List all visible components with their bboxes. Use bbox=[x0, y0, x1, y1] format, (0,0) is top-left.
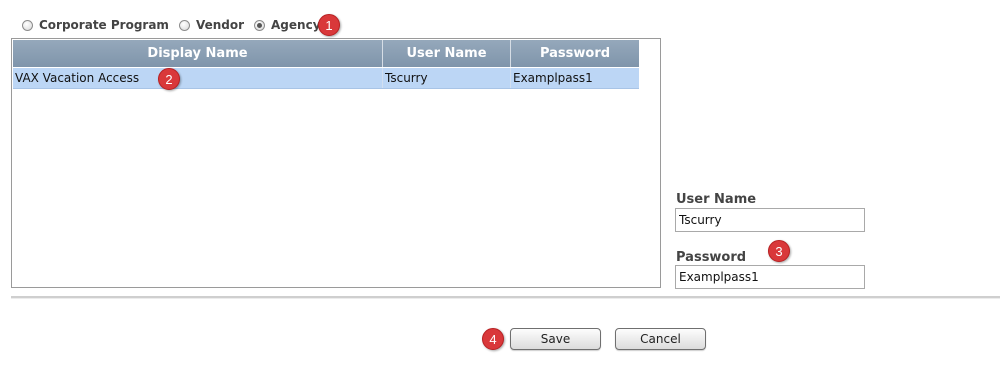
username-field[interactable] bbox=[675, 208, 865, 232]
column-header-password[interactable]: Password bbox=[511, 40, 639, 67]
radio-label-agency: Agency bbox=[271, 18, 321, 32]
radio-label-vendor: Vendor bbox=[195, 18, 245, 32]
step-badge-3: 3 bbox=[768, 240, 790, 262]
step-badge-4: 4 bbox=[482, 328, 504, 350]
grid-header: Display Name User Name Password bbox=[13, 40, 639, 67]
step-badge-1: 1 bbox=[318, 14, 340, 36]
radio-button-corporate[interactable] bbox=[22, 19, 33, 31]
radio-button-vendor[interactable] bbox=[178, 19, 190, 31]
radio-agency[interactable]: Agency bbox=[254, 18, 321, 32]
radio-corporate-program[interactable]: Corporate Program bbox=[22, 18, 169, 32]
password-label: Password bbox=[676, 250, 747, 265]
cell-user-name: Tscurry bbox=[383, 68, 511, 88]
table-row[interactable]: VAX Vacation Access Tscurry Examplpass1 bbox=[13, 68, 639, 89]
radio-label-corporate: Corporate Program bbox=[39, 18, 169, 32]
credentials-grid: Display Name User Name Password VAX Vaca… bbox=[11, 38, 661, 288]
column-header-display-name[interactable]: Display Name bbox=[13, 40, 383, 67]
save-button[interactable]: Save bbox=[510, 328, 601, 350]
radio-vendor[interactable]: Vendor bbox=[178, 18, 245, 32]
radio-button-agency[interactable] bbox=[254, 19, 266, 31]
step-badge-2: 2 bbox=[158, 68, 180, 90]
cancel-button[interactable]: Cancel bbox=[615, 328, 706, 350]
password-field[interactable] bbox=[675, 265, 865, 289]
username-label: User Name bbox=[676, 192, 757, 207]
column-header-user-name[interactable]: User Name bbox=[383, 40, 511, 67]
cell-password: Examplpass1 bbox=[513, 71, 593, 85]
cell-display-name: VAX Vacation Access bbox=[13, 68, 383, 88]
section-divider bbox=[11, 296, 1000, 299]
account-type-radio-group: Corporate Program Vendor Agency bbox=[22, 14, 327, 36]
